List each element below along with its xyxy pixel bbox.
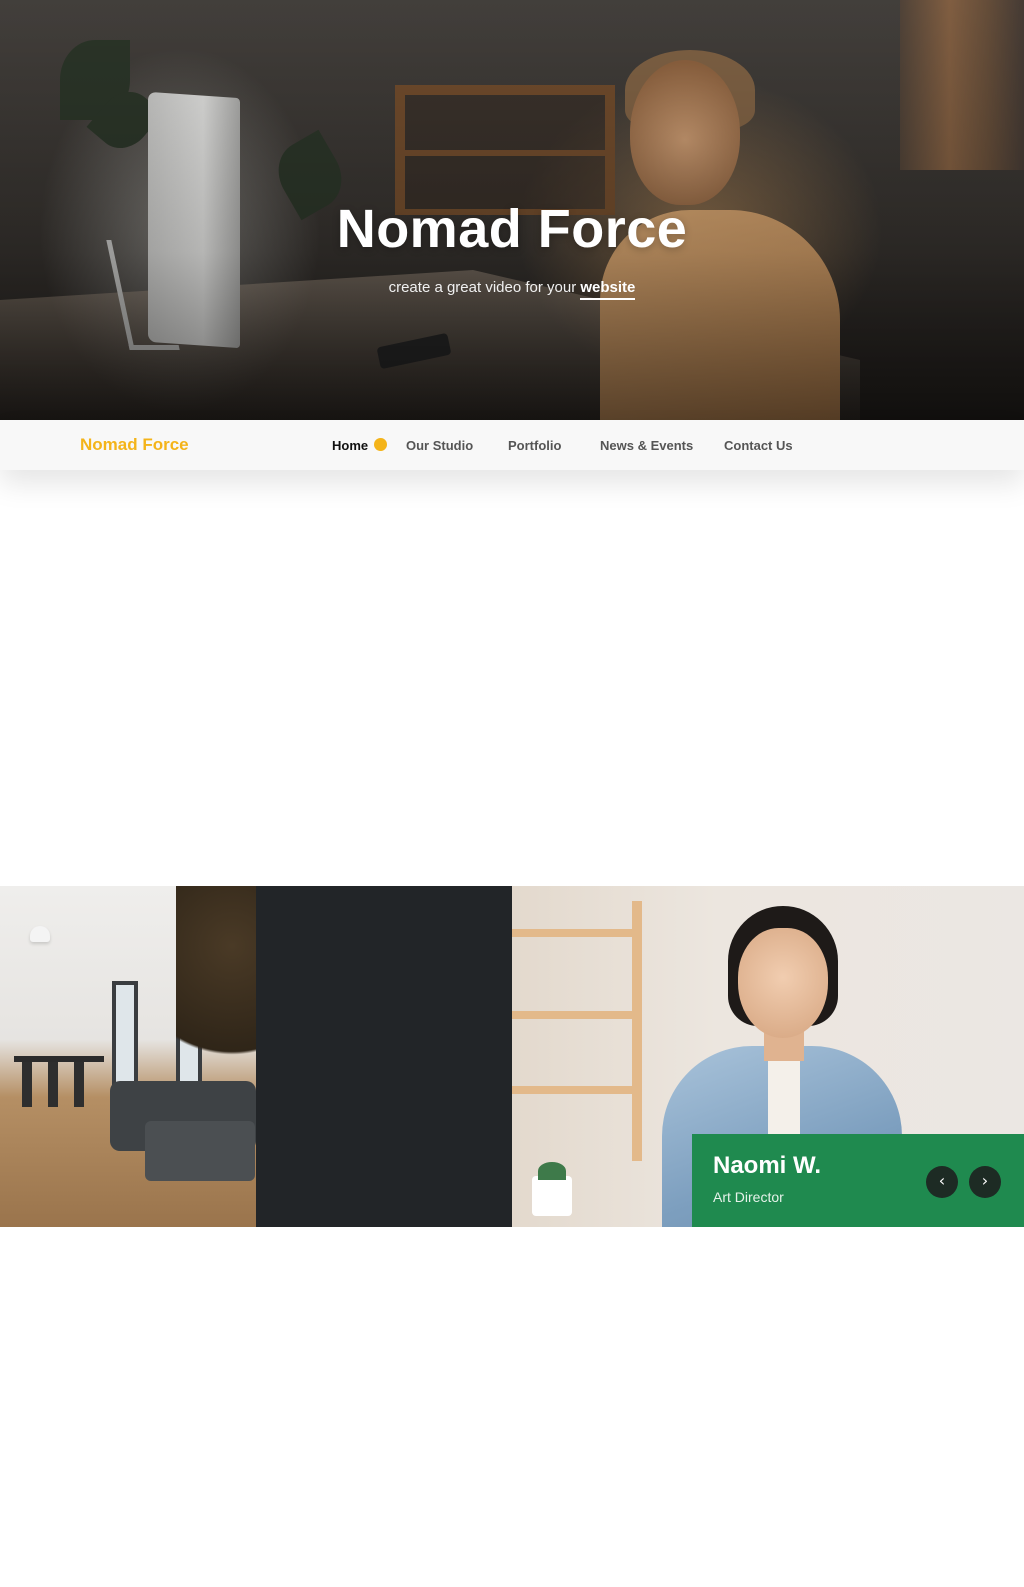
office-lamp (30, 926, 50, 942)
office-ottoman (145, 1121, 255, 1181)
office-plant (176, 886, 256, 1086)
nav-item-contact-us[interactable]: Contact Us (724, 438, 793, 453)
brand-logo-link[interactable]: Nomad Force (80, 435, 189, 455)
team-member-name: Naomi W. (713, 1152, 822, 1179)
nav-item-news-events[interactable]: News & Events (600, 438, 693, 453)
nav-item-portfolio[interactable]: Portfolio (508, 438, 561, 453)
hero-title: Nomad Force (336, 199, 688, 259)
chevron-left-icon: ‹ (938, 1171, 946, 1190)
office-chair (48, 1062, 58, 1107)
nav-item-home[interactable]: Home (332, 438, 368, 453)
chevron-right-icon: › (981, 1171, 989, 1190)
slider-prev-button[interactable]: ‹ (926, 1166, 958, 1198)
main-navbar: Nomad Force Home Our Studio Portfolio Ne… (0, 420, 1024, 470)
desk-plant (532, 1162, 572, 1216)
hero-subtitle-highlight: website (580, 279, 636, 300)
office-chair (22, 1062, 32, 1107)
hero-subtitle-text: create a great video for your (388, 279, 581, 296)
team-member-role: Art Director (713, 1189, 784, 1205)
hero-section: Nomad Force create a great video for you… (0, 0, 1024, 420)
nav-item-our-studio[interactable]: Our Studio (406, 438, 473, 453)
background-shelf (512, 901, 642, 1161)
team-member-caption: Naomi W. Art Director ‹ › (692, 1134, 1024, 1227)
hero-subtitle: create a great video for your website (0, 279, 1024, 300)
slider-next-button[interactable]: › (969, 1166, 1001, 1198)
active-indicator-dot (374, 438, 387, 451)
gallery-dark-panel (256, 886, 512, 1227)
gallery-image-office (0, 886, 256, 1227)
office-chair (74, 1062, 84, 1107)
